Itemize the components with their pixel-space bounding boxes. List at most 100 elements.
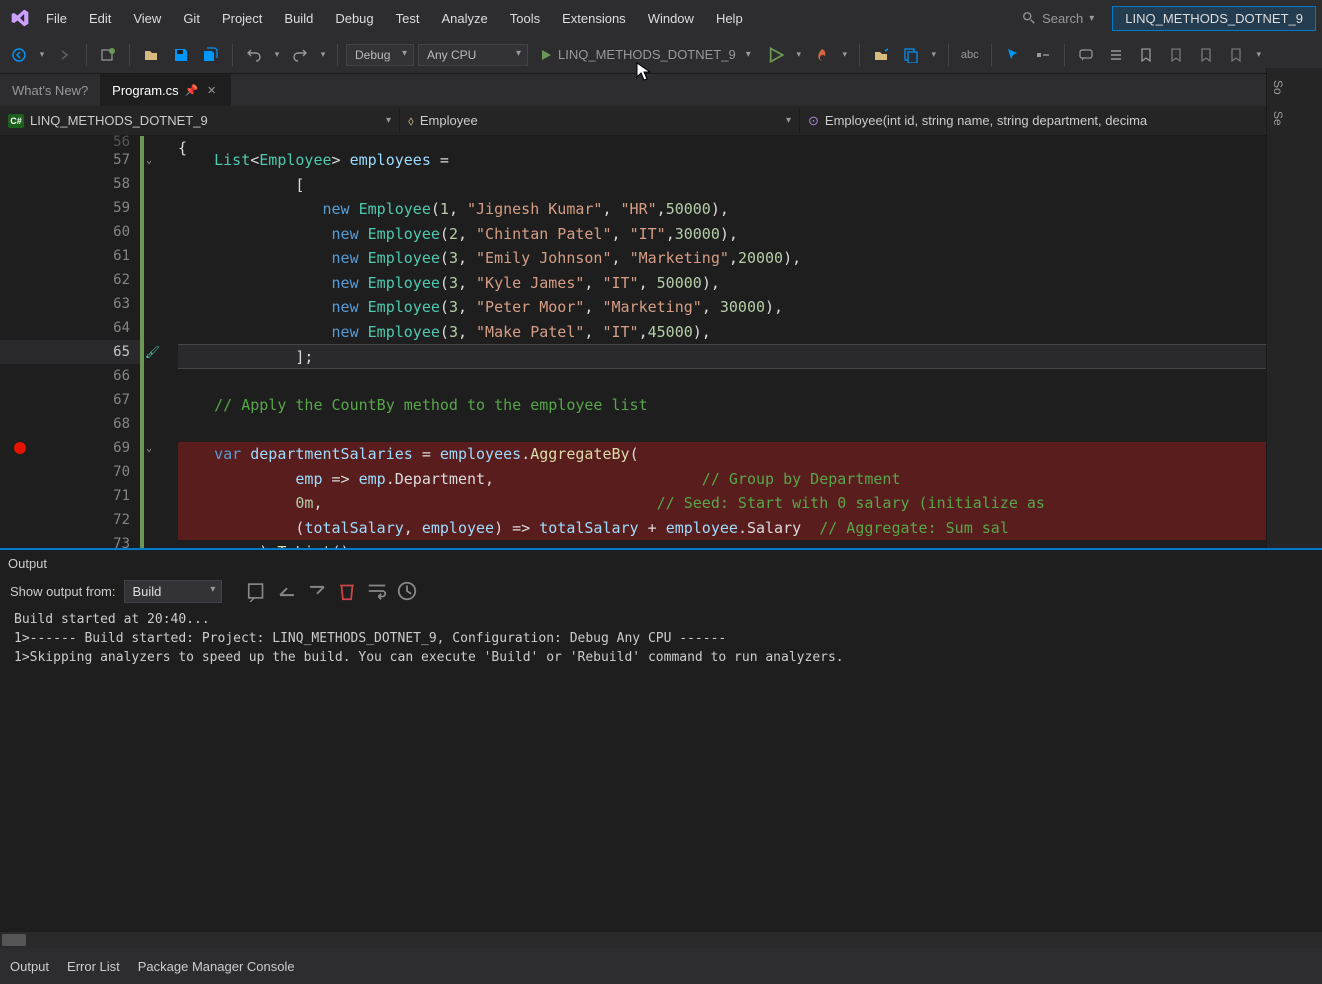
start-without-debug-button[interactable]: [763, 42, 789, 68]
menu-build[interactable]: Build: [274, 7, 323, 30]
project-name: LINQ_METHODS_DOTNET_9: [30, 113, 208, 128]
code-line: ];: [178, 344, 1322, 369]
output-toolbar: Show output from: Build: [0, 576, 1322, 606]
output-wordwrap-button[interactable]: [366, 580, 388, 602]
separator: [991, 44, 992, 66]
nav-forward-button[interactable]: [52, 42, 78, 68]
code-line: // Apply the CountBy method to the emplo…: [178, 393, 1322, 418]
platform-combo[interactable]: Any CPU: [418, 44, 528, 66]
tab-label: Program.cs: [112, 83, 178, 98]
nav-back-dropdown[interactable]: ▾: [36, 42, 48, 68]
solution-title[interactable]: LINQ_METHODS_DOTNET_9: [1112, 6, 1316, 31]
menu-file[interactable]: File: [36, 7, 77, 30]
undo-button[interactable]: [241, 42, 267, 68]
menu-tools[interactable]: Tools: [500, 7, 550, 30]
start-debug-button[interactable]: LINQ_METHODS_DOTNET_9: [532, 44, 759, 65]
line-number: 72: [0, 508, 140, 532]
scroll-thumb[interactable]: [2, 934, 26, 946]
status-output[interactable]: Output: [10, 959, 49, 974]
nav-back-button[interactable]: [6, 42, 32, 68]
line-number: 66: [0, 364, 140, 388]
save-all-button[interactable]: [198, 42, 224, 68]
code-line: new Employee(3, "Kyle James", "IT", 5000…: [178, 271, 1322, 296]
bookmark-button[interactable]: [1133, 42, 1159, 68]
search-label: Search: [1042, 11, 1083, 26]
separator: [86, 44, 87, 66]
output-find-button[interactable]: [246, 580, 268, 602]
undo-dropdown[interactable]: ▾: [271, 42, 283, 68]
member-combo[interactable]: ⊙ Employee(int id, string name, string d…: [800, 109, 1292, 133]
menu-view[interactable]: View: [123, 7, 171, 30]
vs-logo-icon: [6, 4, 34, 32]
menu-debug[interactable]: Debug: [325, 7, 383, 30]
code-line: (totalSalary, employee) => totalSalary +…: [178, 516, 1322, 541]
output-source-combo[interactable]: Build: [124, 580, 223, 603]
menu-extensions[interactable]: Extensions: [552, 7, 636, 30]
new-project-button[interactable]: [95, 42, 121, 68]
menu-analyze[interactable]: Analyze: [431, 7, 497, 30]
redo-dropdown[interactable]: ▾: [317, 42, 329, 68]
search-box[interactable]: Search ▾: [1014, 7, 1102, 30]
bookmark-clear-button[interactable]: [1223, 42, 1249, 68]
start-without-debug-dropdown[interactable]: ▾: [793, 42, 805, 68]
bookmark-prev-button[interactable]: [1163, 42, 1189, 68]
line-gutter: 56 57⌄ 58 59 60 61 62 63 64 65🖌 66 67 68…: [0, 136, 140, 556]
configuration-combo[interactable]: Debug: [346, 44, 414, 66]
hot-reload-button[interactable]: [809, 42, 835, 68]
code-editor[interactable]: 56 57⌄ 58 59 60 61 62 63 64 65🖌 66 67 68…: [0, 136, 1322, 556]
menu-edit[interactable]: Edit: [79, 7, 121, 30]
code-line: new Employee(2, "Chintan Patel", "IT",30…: [178, 222, 1322, 247]
code-line: new Employee(1, "Jignesh Kumar", "HR",50…: [178, 197, 1322, 222]
bookmark-next-button[interactable]: [1193, 42, 1219, 68]
uncomment-button[interactable]: [1103, 42, 1129, 68]
class-name: Employee: [420, 113, 478, 128]
output-timestamp-button[interactable]: [396, 580, 418, 602]
menu-project[interactable]: Project: [212, 7, 272, 30]
tab-program-cs[interactable]: Program.cs 📌 ✕: [100, 74, 230, 106]
line-number: 70: [0, 460, 140, 484]
cursor-select-button[interactable]: [1000, 42, 1026, 68]
tab-whats-new[interactable]: What's New?: [0, 74, 100, 106]
code-area[interactable]: { List<Employee> employees = [ new Emplo…: [144, 136, 1322, 556]
open-file-button[interactable]: [138, 42, 164, 68]
comment-button[interactable]: [1073, 42, 1099, 68]
menu-window[interactable]: Window: [638, 7, 704, 30]
scrollbar-horizontal[interactable]: [0, 932, 1322, 948]
find-in-files-button[interactable]: [898, 42, 924, 68]
browse-button[interactable]: [868, 42, 894, 68]
status-error-list[interactable]: Error List: [67, 959, 120, 974]
output-goto-prev-button[interactable]: [276, 580, 298, 602]
output-text[interactable]: Build started at 20:40... 1>------ Build…: [0, 606, 1322, 671]
server-explorer-tab[interactable]: Se: [1267, 103, 1322, 134]
status-pmc[interactable]: Package Manager Console: [138, 959, 295, 974]
output-goto-next-button[interactable]: [306, 580, 328, 602]
breakpoint-icon[interactable]: [14, 442, 26, 454]
close-icon[interactable]: ✕: [205, 83, 219, 97]
step-button[interactable]: [1030, 42, 1056, 68]
right-sidebar: So Se: [1266, 68, 1322, 568]
solution-explorer-tab[interactable]: So: [1267, 72, 1322, 103]
class-combo[interactable]: ⬨ Employee: [400, 109, 800, 133]
find-dropdown[interactable]: ▾: [928, 42, 940, 68]
method-icon: ⊙: [808, 113, 819, 129]
menu-test[interactable]: Test: [386, 7, 430, 30]
spellcheck-button[interactable]: abc: [957, 42, 983, 68]
line-number: 56: [0, 136, 140, 148]
output-clear-button[interactable]: [336, 580, 358, 602]
code-line: {: [178, 136, 1322, 148]
code-line: new Employee(3, "Make Patel", "IT",45000…: [178, 320, 1322, 345]
chevron-down-icon: ▾: [1089, 13, 1094, 24]
run-target-label: LINQ_METHODS_DOTNET_9: [558, 47, 736, 62]
line-number: 61: [0, 244, 140, 268]
hot-reload-dropdown[interactable]: ▾: [839, 42, 851, 68]
save-button[interactable]: [168, 42, 194, 68]
pin-icon[interactable]: 📌: [185, 83, 199, 97]
csharp-icon: C#: [8, 114, 24, 128]
menu-help[interactable]: Help: [706, 7, 753, 30]
redo-button[interactable]: [287, 42, 313, 68]
line-number: 68: [0, 412, 140, 436]
menu-git[interactable]: Git: [173, 7, 210, 30]
toolbar-overflow[interactable]: ▾: [1253, 42, 1265, 68]
project-combo[interactable]: C# LINQ_METHODS_DOTNET_9: [0, 109, 400, 132]
separator: [859, 44, 860, 66]
